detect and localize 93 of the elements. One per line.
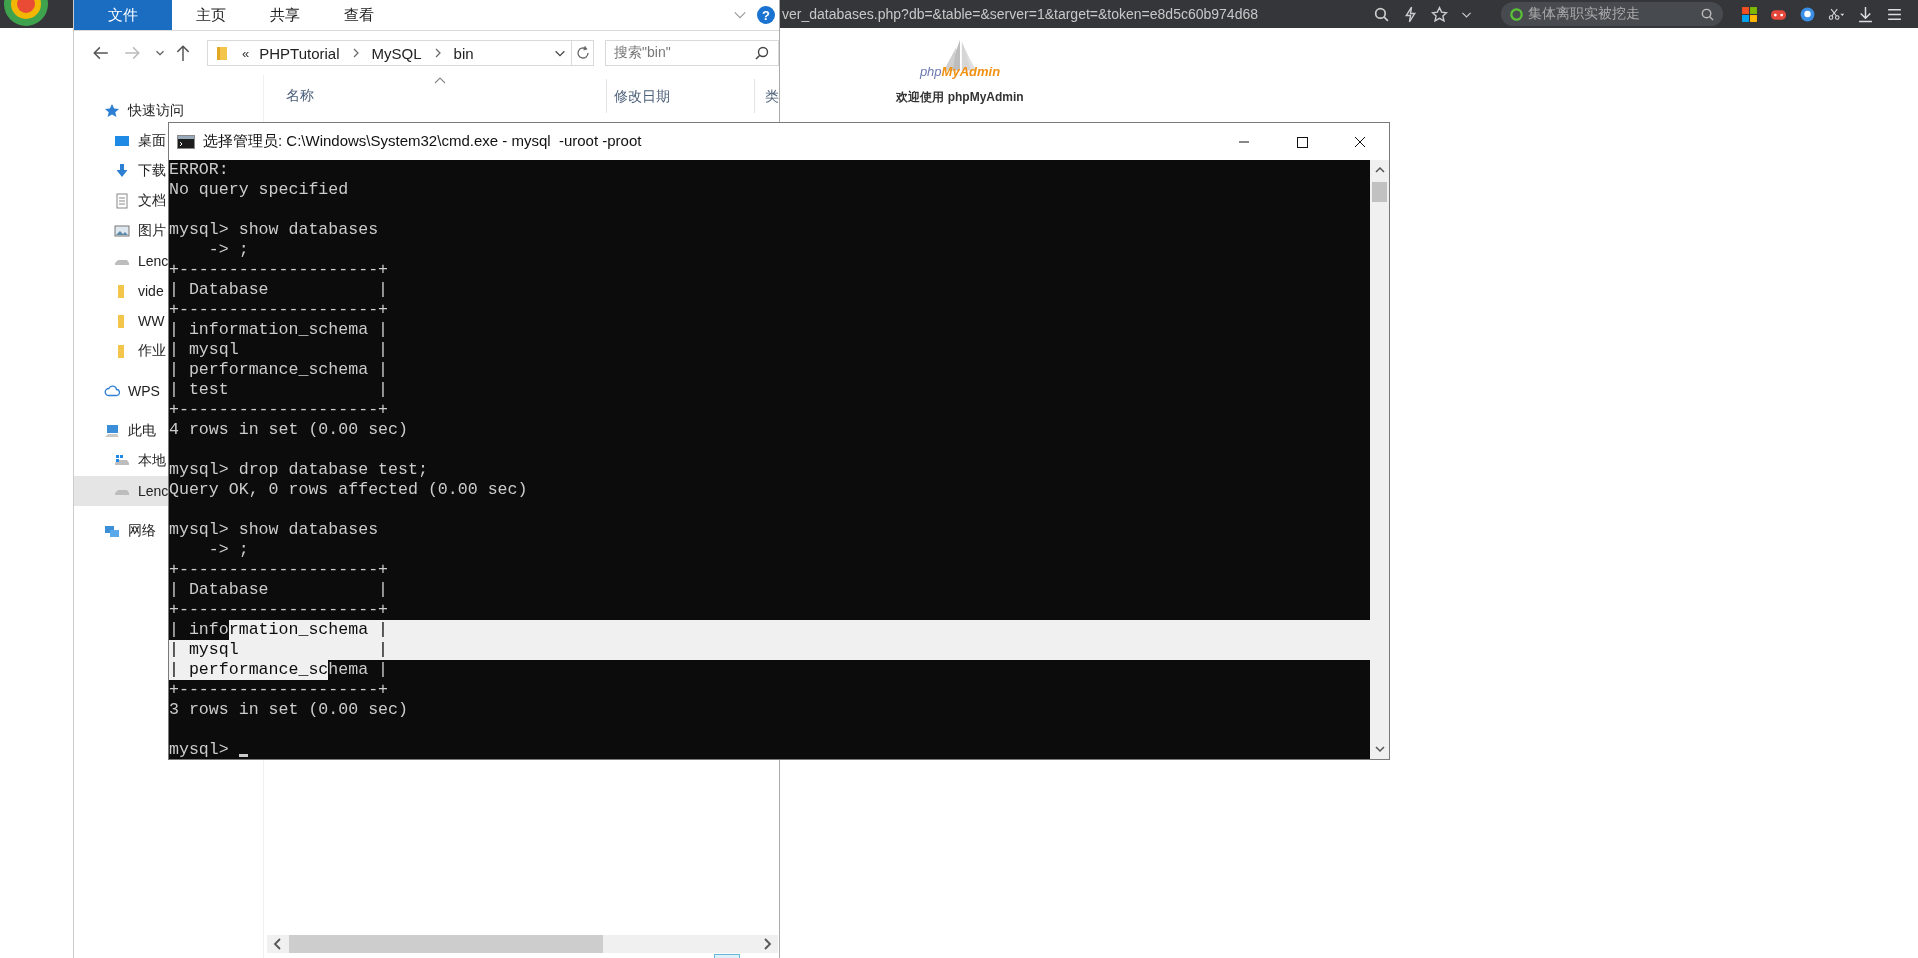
ribbon-tab[interactable]: 查看 [324, 0, 394, 30]
console-line: | information_schema | [169, 320, 389, 340]
breadcrumb[interactable]: bin [453, 44, 474, 62]
up-arrow-icon[interactable] [174, 44, 192, 62]
search-field[interactable]: 搜索"bin" [605, 40, 779, 66]
address-text[interactable]: ver_databases.php?db=&table=&server=1&target=&token=e8d5c60b974d68 [782, 6, 1367, 22]
console-line: No query specified [169, 180, 349, 200]
nav-item[interactable]: 桌面 [74, 126, 166, 156]
nav-item[interactable]: WW [74, 306, 165, 336]
chevron-down-icon[interactable] [1373, 744, 1386, 754]
ribbon-tab[interactable]: 主页 [176, 0, 246, 30]
console-line: mysql> show databases [169, 220, 379, 240]
console-line: mysql> show databases [169, 520, 379, 540]
search-icon [754, 45, 770, 61]
star-icon [104, 103, 120, 119]
horizontal-scrollbar[interactable] [267, 935, 778, 953]
refresh-button[interactable] [572, 40, 595, 66]
scroll-thumb[interactable] [289, 935, 603, 953]
zoom-icon[interactable] [1373, 5, 1390, 23]
computer-icon [104, 423, 120, 439]
console-line: | info [169, 620, 229, 640]
sort-caret-icon [434, 77, 446, 84]
scroll-thumb[interactable] [1372, 182, 1387, 202]
drive-icon [115, 490, 129, 495]
drive-icon [115, 260, 129, 265]
chevron-up-icon[interactable] [1373, 165, 1386, 175]
nav-item[interactable]: Lenc [74, 246, 169, 276]
console-line: 4 rows in set (0.00 sec) [169, 420, 408, 440]
overflow-text[interactable]: « [242, 45, 250, 61]
welcome-text: 欢迎使用 phpMyAdmin [896, 89, 1024, 106]
nav-item[interactable]: 文档 [74, 186, 166, 216]
console-line: mysql> [169, 740, 229, 759]
nav-item[interactable]: 此电 [74, 416, 156, 446]
console-line: +--------------------+ [169, 560, 389, 580]
console-line: 3 rows in set (0.00 sec) [169, 700, 408, 720]
folder-icon [216, 45, 228, 61]
nav-item[interactable]: 网络 [74, 516, 156, 546]
console-icon [177, 134, 195, 149]
chevron-right-icon[interactable] [433, 47, 442, 59]
chevron-left-icon[interactable] [273, 938, 283, 950]
nav-item[interactable]: 图片 [74, 216, 166, 246]
console-line: -> ; [207, 540, 249, 560]
help-button[interactable]: ? [757, 6, 775, 24]
refresh-icon [574, 45, 591, 61]
console-line: | Database | [169, 580, 389, 600]
console-line: hema | [328, 660, 389, 680]
console-line: -> ; [207, 240, 249, 260]
download-icon[interactable] [1857, 5, 1874, 23]
nav-item[interactable]: 作业 [74, 336, 166, 366]
ring-icon [1509, 6, 1524, 22]
chevron-right-icon[interactable] [762, 938, 772, 950]
nav-item[interactable]: Lenc [74, 476, 168, 506]
console-line: +--------------------+ [169, 680, 389, 700]
lightning-icon[interactable] [1402, 5, 1419, 23]
console-line: | mysql | [169, 340, 389, 360]
console-line: mysql> drop database test; [169, 460, 428, 480]
console-line: | Database | [169, 280, 389, 300]
cloud-icon [104, 383, 120, 399]
ribbon-tab[interactable]: 文件 [74, 0, 172, 30]
logo-text: phpMyAdmin [919, 64, 1001, 79]
console-line: ERROR: [169, 160, 229, 180]
window-title: 选择管理员: C:\Windows\System32\cmd.exe - mysql -uroot -proot [203, 132, 642, 151]
picture-icon [114, 223, 130, 239]
console-line: +--------------------+ [169, 400, 389, 420]
console-line: | performance_schema | [169, 360, 389, 380]
nav-item[interactable]: 快速访问 [74, 96, 184, 126]
console-line: +--------------------+ [169, 600, 389, 620]
breadcrumb[interactable]: PHPTutorial [259, 44, 340, 62]
chevron-right-icon[interactable] [351, 47, 360, 59]
star-icon[interactable] [1431, 5, 1448, 23]
ribbon-tab[interactable]: 共享 [250, 0, 320, 30]
column-header[interactable]: 名称 [286, 87, 586, 105]
console-line: +--------------------+ [169, 260, 389, 280]
search-field[interactable]: 集体离职实被挖走 [1501, 2, 1723, 26]
column-header[interactable]: 修改日期 [606, 79, 754, 113]
column-header[interactable]: 类 [754, 79, 779, 113]
vertical-scrollbar[interactable] [1370, 160, 1389, 759]
search-icon[interactable] [1700, 6, 1715, 22]
console-line: Query OK, 0 rows affected (0.00 sec) [169, 480, 528, 500]
console-line: +--------------------+ [169, 300, 389, 320]
address-bar[interactable]: « PHPTutorial MySQL bin [207, 40, 573, 66]
desktop-icon [114, 133, 130, 149]
console-line: | test | [169, 380, 389, 400]
download-icon [114, 163, 130, 179]
nav-item[interactable]: vide [74, 276, 164, 306]
nav-item[interactable]: WPS [74, 376, 160, 406]
document-icon [114, 193, 130, 209]
breadcrumb[interactable]: MySQL [371, 44, 422, 62]
network-icon [104, 523, 120, 539]
back-arrow-icon[interactable] [92, 44, 110, 62]
nav-item[interactable]: 本地 [74, 446, 166, 476]
grid-icon[interactable] [1741, 5, 1758, 23]
nav-item[interactable]: 下载 [74, 156, 166, 186]
